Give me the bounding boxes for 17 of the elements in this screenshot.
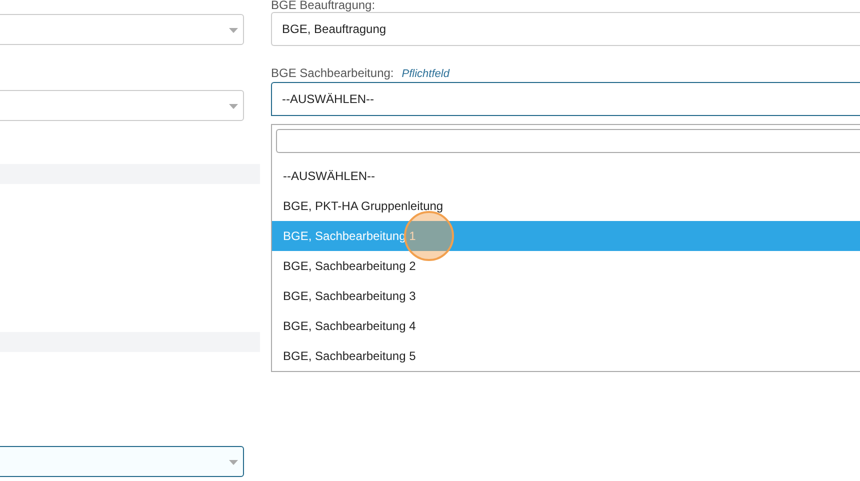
dropdown-option[interactable]: BGE, Sachbearbeitung 3 [272, 281, 860, 311]
caret-icon [229, 460, 238, 465]
field-label: BGE Beauftragung: [271, 0, 376, 11]
input-field[interactable]: BGE, Beauftragung [271, 12, 860, 46]
search-field[interactable] [276, 129, 860, 153]
dropdown-option[interactable]: --AUSWÄHLEN-- [272, 161, 860, 191]
caret-icon [229, 28, 238, 33]
dropdown-option[interactable]: BGE, Sachbearbeitung 5 [272, 341, 860, 371]
required-hint: Pflichtfeld [402, 68, 450, 80]
dropdown-option[interactable]: BGE, Sachbearbeitung 4 [272, 311, 860, 341]
field-label: BGE Sachbearbeitung: [271, 66, 394, 80]
select-field[interactable] [0, 446, 244, 477]
click-indicator [404, 211, 454, 261]
caret-icon [229, 104, 238, 109]
dropdown-option[interactable]: BGE, Sachbearbeitung 2 [272, 251, 860, 281]
select-field[interactable]: --AUSWÄHLEN-- [271, 82, 860, 116]
dropdown-option[interactable]: BGE, PKT-HA Gruppenleitung [272, 191, 860, 221]
